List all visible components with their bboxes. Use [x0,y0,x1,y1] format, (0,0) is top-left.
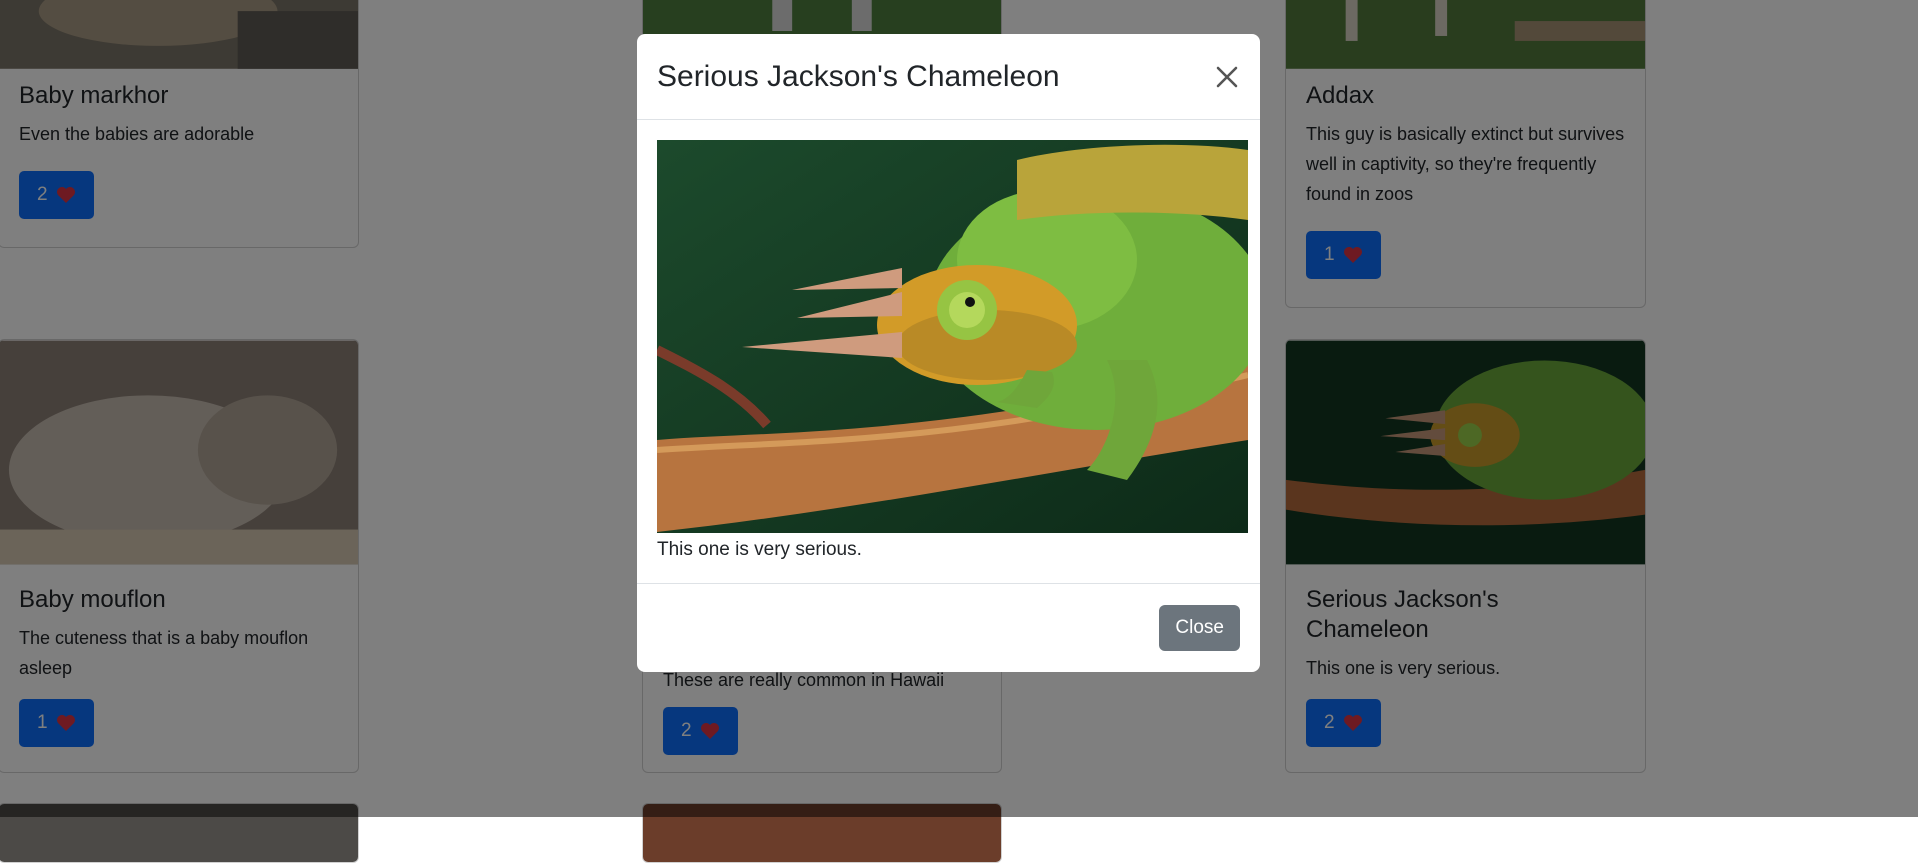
close-icon[interactable] [1212,62,1242,92]
modal-description: This one is very serious. [657,539,862,560]
modal-footer: Close [637,584,1260,672]
close-button[interactable]: Close [1159,605,1240,651]
modal-title: Serious Jackson's Chameleon [657,59,1060,93]
modal-body: This one is very serious. [637,120,1260,584]
modal-dialog: Serious Jackson's Chameleon This one is … [637,34,1260,672]
modal-image-chameleon [657,140,1248,533]
modal-header: Serious Jackson's Chameleon [637,34,1260,120]
